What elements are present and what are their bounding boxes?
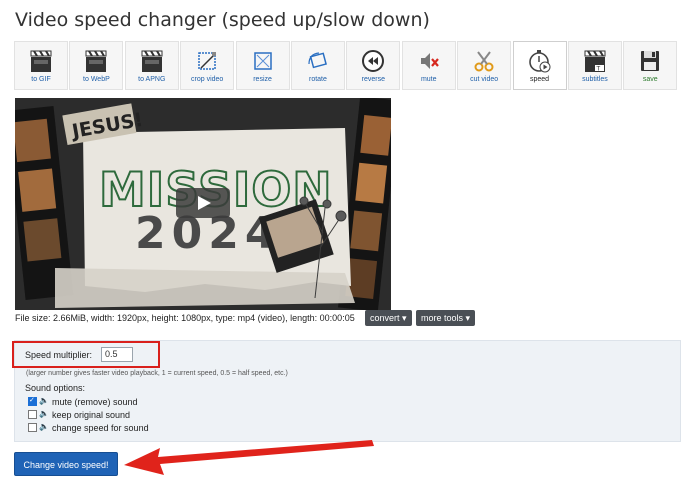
video-player[interactable]: JESUS! MISSION 2024	[15, 98, 391, 310]
page-title: Video speed changer (speed up/slow down)	[15, 9, 430, 31]
sound-options-label: Sound options:	[25, 383, 86, 393]
speed-multiplier-label: Speed multiplier:	[25, 350, 93, 360]
tool-label: save	[642, 76, 658, 83]
crop-icon	[198, 52, 217, 70]
rewind-icon	[362, 50, 385, 72]
svg-text:T: T	[595, 65, 600, 72]
speaker-icon: 🔈	[39, 396, 49, 405]
speaker-icon: 🔈	[39, 422, 49, 431]
speed-multiplier-input[interactable]: 0.5	[101, 347, 133, 362]
film-clapper-icon	[141, 50, 163, 72]
keep-sound-label: keep original sound	[52, 410, 131, 420]
speed-hint: (larger number gives faster video playba…	[26, 370, 288, 377]
speaker-icon: 🔈	[39, 409, 49, 418]
tool-to-webp[interactable]: to WebP	[69, 41, 124, 90]
tool-label: subtitles	[582, 76, 608, 83]
tool-subtitles[interactable]: T subtitles	[567, 41, 622, 90]
keep-sound-checkbox[interactable]	[28, 410, 37, 419]
change-speed-button[interactable]: Change video speed!	[14, 452, 118, 476]
mute-speaker-icon	[420, 53, 439, 69]
tool-label: crop video	[191, 76, 224, 83]
tool-mute[interactable]: mute	[401, 41, 456, 90]
tool-reverse[interactable]: reverse	[346, 41, 401, 90]
file-info: File size: 2.66MiB, width: 1920px, heigh…	[15, 313, 355, 323]
floppy-disk-icon	[641, 51, 660, 71]
tool-label: to GIF	[31, 76, 51, 83]
mute-sound-label: mute (remove) sound	[52, 397, 138, 407]
subtitles-clapper-icon: T	[584, 50, 606, 72]
more-tools-dropdown-button[interactable]: more tools ▾	[416, 310, 476, 326]
mute-sound-checkbox[interactable]	[28, 396, 37, 406]
tool-to-gif[interactable]: to GIF	[14, 41, 68, 90]
convert-dropdown-button[interactable]: convert ▾	[365, 310, 412, 326]
tool-label: to WebP	[83, 76, 110, 83]
film-clapper-icon	[85, 50, 107, 72]
red-arrow-annotation	[124, 440, 374, 475]
tool-label: resize	[253, 76, 272, 83]
tool-cut-video[interactable]: cut video	[457, 41, 512, 90]
video-frame: JESUS! MISSION 2024	[15, 98, 391, 310]
stopwatch-icon	[528, 50, 551, 73]
tool-to-apng[interactable]: to APNG	[124, 41, 179, 90]
tool-label: cut video	[470, 76, 499, 83]
film-clapper-icon	[30, 50, 52, 72]
change-speed-sound-checkbox[interactable]	[28, 423, 37, 432]
tool-resize[interactable]: resize	[235, 41, 290, 90]
play-button[interactable]	[176, 188, 230, 218]
tool-crop-video[interactable]: crop video	[180, 41, 235, 90]
tool-label: to APNG	[138, 76, 166, 83]
tool-label: mute	[420, 76, 437, 83]
resize-icon	[253, 52, 272, 70]
tool-speed[interactable]: speed	[512, 41, 567, 90]
tool-label: reverse	[361, 76, 386, 83]
tool-label: speed	[529, 76, 550, 83]
tool-label: rotate	[309, 76, 327, 83]
rotate-icon	[308, 52, 327, 69]
tool-save[interactable]: save	[623, 41, 678, 90]
tool-rotate[interactable]: rotate	[290, 41, 345, 90]
scissors-icon	[474, 51, 494, 72]
torn-paper	[55, 268, 355, 308]
tool-toolbar: to GIF to WebP to APNG crop video resize…	[14, 41, 679, 90]
